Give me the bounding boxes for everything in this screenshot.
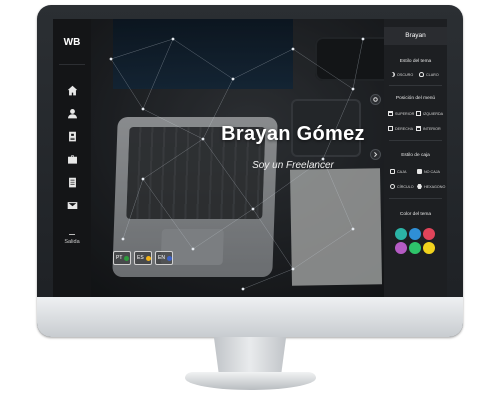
- logout-button[interactable]: Salida: [53, 234, 91, 245]
- settings-toggle-button[interactable]: [370, 94, 381, 105]
- nav-item-home[interactable]: [53, 79, 91, 101]
- menu-left-option[interactable]: IZQUIERDA: [416, 111, 443, 116]
- language-pt-code: PT: [116, 255, 123, 261]
- spain-flag-icon: [145, 255, 151, 261]
- monitor-stand-base: [185, 372, 316, 390]
- home-icon: [67, 85, 77, 95]
- box-square-option[interactable]: CAJA: [390, 169, 406, 174]
- logout-icon: [69, 234, 75, 235]
- usa-flag-icon: [166, 255, 172, 261]
- brand-logo[interactable]: WB: [53, 37, 91, 48]
- monitor-chin: [37, 297, 463, 337]
- chevron-right-icon: [374, 152, 378, 157]
- hexagon-icon: [417, 184, 422, 189]
- box-style-title: Estilo de caja: [401, 153, 430, 158]
- theme-dark-label: OSCURO: [397, 72, 414, 77]
- color-swatch-teal[interactable]: [395, 228, 407, 240]
- lightbulb-icon: [419, 72, 424, 77]
- left-sidebar: WB Salida: [53, 19, 91, 297]
- color-swatch-blue[interactable]: [409, 228, 421, 240]
- box-hexagon-label: HEXAGONO: [424, 184, 446, 189]
- nav-item-contact[interactable]: [53, 194, 91, 216]
- language-es-button[interactable]: ES: [134, 251, 152, 265]
- layout-left-icon: [416, 111, 421, 116]
- language-switcher: PT ES EN: [113, 251, 173, 265]
- panel-divider: [389, 85, 442, 86]
- monitor: WB Salida Brayan Gómez Soy un Freelancer…: [37, 5, 463, 337]
- theme-dark-option[interactable]: OSCURO: [390, 72, 413, 77]
- menu-top-option[interactable]: SUPERIOR: [388, 111, 414, 116]
- monitor-stand-neck: [213, 337, 287, 376]
- box-circle-option[interactable]: CÍRCULO: [390, 184, 414, 189]
- language-en-code: EN: [158, 255, 165, 261]
- language-es-code: ES: [137, 255, 144, 261]
- nav-item-blog[interactable]: [53, 171, 91, 193]
- color-swatch-green[interactable]: [409, 242, 421, 254]
- website-screen: WB Salida Brayan Gómez Soy un Freelancer…: [53, 19, 447, 297]
- menu-left-label: IZQUIERDA: [423, 111, 444, 116]
- layout-right-icon: [388, 126, 393, 131]
- color-swatch-yellow[interactable]: [423, 242, 435, 254]
- panel-divider: [389, 140, 442, 141]
- moon-icon: [390, 72, 395, 77]
- panel-divider: [389, 198, 442, 199]
- nav-divider: [59, 64, 85, 65]
- circle-icon: [390, 184, 395, 189]
- box-none-label: NO CAJA: [424, 169, 440, 174]
- menu-position-title: Posición del menú: [395, 96, 436, 101]
- box-hexagon-option[interactable]: HEXAGONO: [417, 184, 445, 189]
- theme-color-title: Color del tema: [399, 212, 432, 217]
- menu-bottom-option[interactable]: INTERIOR: [416, 126, 441, 131]
- envelope-icon: [67, 201, 77, 209]
- user-icon: [67, 108, 77, 118]
- hero-subtitle: Soy un Freelancer: [252, 160, 334, 171]
- gear-icon: [373, 97, 378, 102]
- menu-right-label: DERECHA: [395, 126, 414, 131]
- panel-profile-name: Brayan: [384, 27, 447, 45]
- color-swatches: [395, 228, 435, 254]
- square-icon: [390, 169, 395, 174]
- logout-label: Salida: [64, 239, 80, 245]
- menu-bottom-label: INTERIOR: [423, 126, 441, 131]
- theme-light-label: CLARO: [426, 72, 439, 77]
- briefcase-icon: [67, 154, 77, 164]
- language-pt-button[interactable]: PT: [113, 251, 131, 265]
- color-swatch-purple[interactable]: [395, 242, 407, 254]
- color-swatch-red[interactable]: [423, 228, 435, 240]
- box-square-label: CAJA: [397, 169, 407, 174]
- id-card-icon: [68, 131, 76, 141]
- nav-item-resume[interactable]: [53, 125, 91, 147]
- square-filled-icon: [417, 169, 422, 174]
- box-none-option[interactable]: NO CAJA: [417, 169, 440, 174]
- hero-name: Brayan Gómez: [221, 123, 365, 145]
- theme-light-option[interactable]: CLARO: [419, 72, 439, 77]
- brazil-flag-icon: [124, 255, 130, 261]
- nav-item-about[interactable]: [53, 102, 91, 124]
- menu-right-option[interactable]: DERECHA: [388, 126, 413, 131]
- panel-close-button[interactable]: [370, 149, 381, 160]
- nav-item-portfolio[interactable]: [53, 148, 91, 170]
- language-en-button[interactable]: EN: [155, 251, 173, 265]
- menu-top-label: SUPERIOR: [395, 111, 415, 116]
- settings-panel: Brayan Estilo del tema OSCURO CLARO Posi…: [384, 19, 447, 297]
- theme-style-title: Estilo del tema: [399, 59, 432, 64]
- box-circle-label: CÍRCULO: [397, 184, 414, 189]
- layout-top-icon: [388, 111, 393, 116]
- layout-bottom-icon: [416, 126, 421, 131]
- document-icon: [68, 177, 76, 187]
